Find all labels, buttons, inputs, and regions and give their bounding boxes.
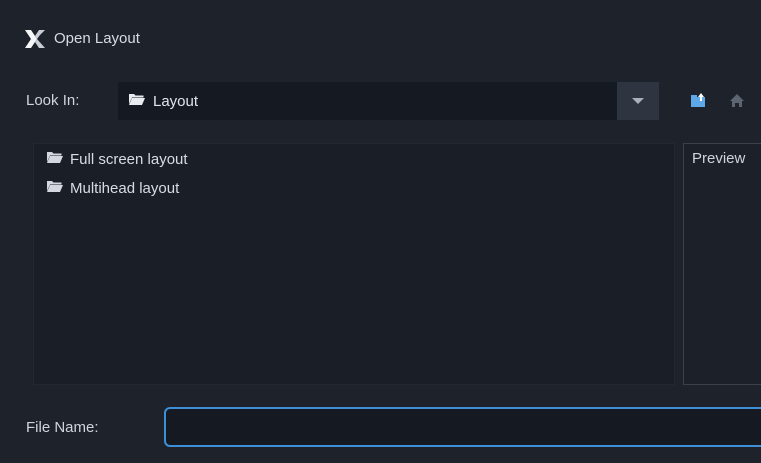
open-layout-dialog: Open Layout Look In: Layout Full screen … [0,0,761,463]
list-item-label: Full screen layout [70,150,188,168]
list-item-label: Multihead layout [70,179,180,197]
title-bar: Open Layout [10,10,761,68]
file-list[interactable]: Full screen layout Multihead layout [33,143,675,385]
list-item[interactable]: Full screen layout [46,148,188,170]
dialog-title: Open Layout [54,30,140,47]
look-in-value: Layout [153,92,199,110]
list-item[interactable]: Multihead layout [46,177,179,199]
file-name-input[interactable] [164,407,761,447]
file-name-label: File Name: [26,419,99,436]
folder-icon [46,179,64,197]
folder-icon [128,92,146,111]
look-in-label: Look In: [26,92,80,109]
preview-pane: Preview [683,143,761,385]
up-folder-icon[interactable] [690,92,708,110]
look-in-combobox[interactable]: Layout [118,82,617,120]
home-icon[interactable] [729,92,747,110]
look-in-row: Look In: Layout [0,82,761,120]
chevron-down-icon [632,92,644,110]
app-logo-icon [24,28,46,50]
folder-icon [46,150,64,168]
look-in-dropdown-button[interactable] [617,82,659,120]
preview-label: Preview [692,150,746,167]
